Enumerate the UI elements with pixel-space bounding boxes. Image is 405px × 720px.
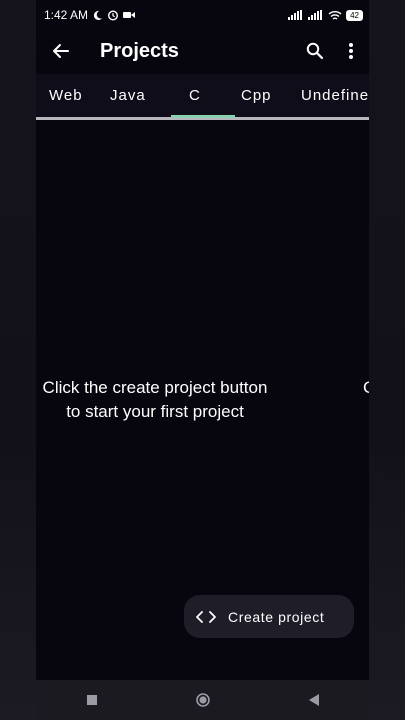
status-right: 42 bbox=[288, 9, 363, 21]
signal-icon bbox=[288, 10, 303, 20]
triangle-back-icon bbox=[308, 694, 319, 706]
empty-state-message: Click the create project button to start… bbox=[20, 376, 290, 424]
tab-undefined[interactable]: Undefine bbox=[301, 74, 369, 116]
empty-state-line-2: to start your first project bbox=[66, 402, 244, 421]
alarm-icon bbox=[108, 10, 119, 21]
next-page-peek-text: C bbox=[363, 376, 369, 400]
tab-selected-indicator bbox=[171, 115, 235, 118]
back-button[interactable] bbox=[36, 30, 86, 72]
status-time: 1:42 AM bbox=[44, 8, 89, 22]
language-tabs: Web Java C Cpp Undefine bbox=[36, 74, 369, 118]
search-button[interactable] bbox=[297, 30, 333, 72]
code-icon bbox=[196, 610, 216, 623]
system-nav-bar bbox=[36, 680, 369, 720]
arrow-back-icon bbox=[53, 44, 69, 58]
tab-cpp[interactable]: Cpp bbox=[241, 74, 272, 116]
status-left: 1:42 AM bbox=[44, 8, 136, 22]
search-icon bbox=[306, 42, 324, 60]
back-nav-button[interactable] bbox=[284, 680, 344, 720]
tab-java[interactable]: Java bbox=[110, 74, 146, 116]
empty-state-line-1: Click the create project button bbox=[42, 378, 268, 397]
video-icon bbox=[123, 12, 136, 18]
moon-icon bbox=[93, 10, 103, 20]
battery-indicator: 42 bbox=[346, 9, 363, 21]
status-bar: 1:42 AM 42 bbox=[0, 0, 405, 30]
home-button[interactable] bbox=[173, 680, 233, 720]
more-options-button[interactable] bbox=[333, 30, 369, 72]
circle-icon bbox=[195, 693, 210, 707]
create-project-button[interactable]: Create project bbox=[184, 595, 354, 638]
square-icon bbox=[86, 695, 97, 705]
right-backdrop bbox=[369, 0, 405, 720]
app-bar: Projects bbox=[36, 30, 369, 72]
signal-icon-2 bbox=[308, 10, 323, 20]
tab-c[interactable]: C bbox=[189, 74, 201, 116]
recents-button[interactable] bbox=[62, 680, 122, 720]
wifi-icon bbox=[328, 10, 342, 20]
tab-web[interactable]: Web bbox=[49, 74, 83, 116]
create-project-label: Create project bbox=[228, 608, 325, 625]
page-title: Projects bbox=[100, 39, 179, 62]
left-backdrop bbox=[0, 0, 36, 720]
more-vert-icon bbox=[349, 43, 353, 59]
